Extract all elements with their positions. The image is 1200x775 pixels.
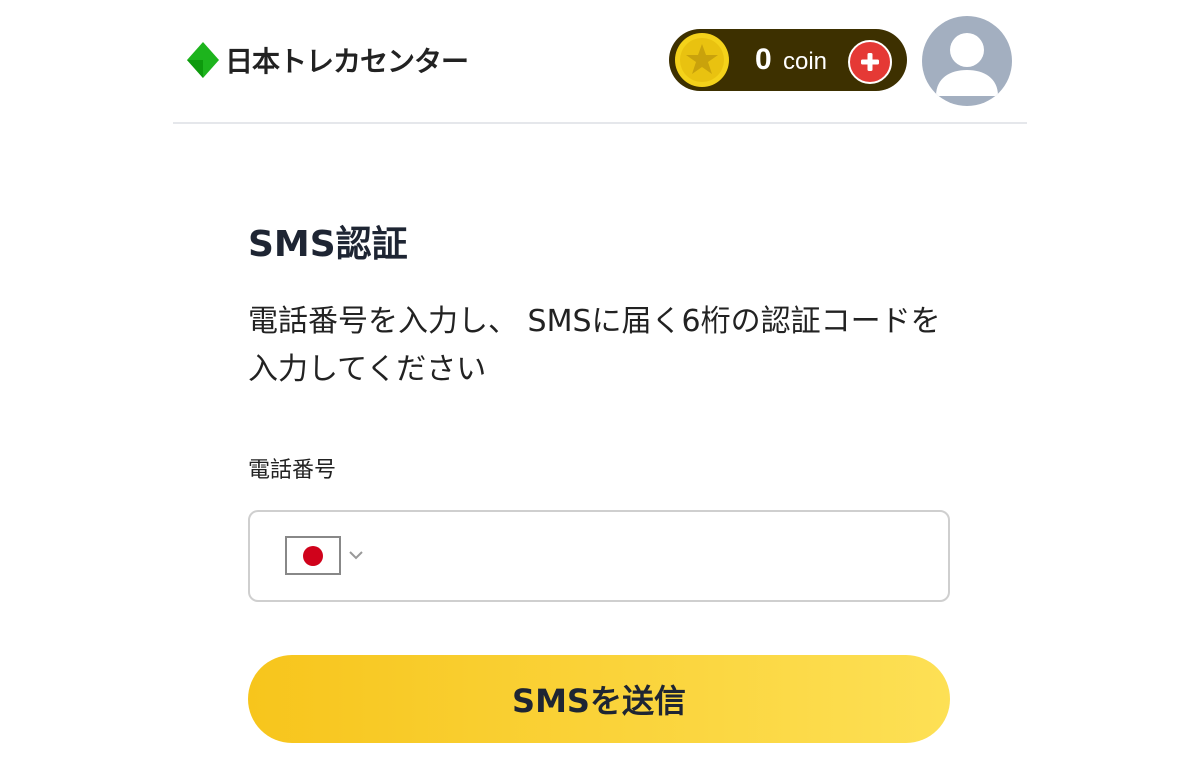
user-avatar-icon: [936, 33, 998, 96]
send-sms-button[interactable]: SMSを送信: [248, 655, 950, 743]
site-header: 日本トレカセンター 0 coin: [173, 0, 1027, 124]
phone-number-label: 電話番号: [248, 458, 337, 483]
add-coin-button[interactable]: [848, 40, 892, 84]
gold-star-coin-icon: [672, 30, 732, 90]
plus-icon: [861, 53, 879, 71]
coin-balance: 0 coin: [669, 29, 907, 91]
country-code-select[interactable]: [285, 536, 375, 576]
instructions-text: 電話番号を入力し、 SMSに届く6桁の認証コードを入力してください: [248, 304, 941, 387]
site-logo[interactable]: 日本トレカセンター: [185, 40, 469, 80]
japan-flag-icon: [285, 536, 341, 575]
coin-unit: coin: [783, 48, 828, 75]
logo-text: 日本トレカセンター: [225, 45, 469, 78]
user-avatar[interactable]: [922, 16, 1012, 106]
phone-number-field: [248, 510, 950, 602]
phone-number-input[interactable]: [390, 532, 934, 582]
chevron-down-icon: [349, 551, 363, 560]
coin-amount: 0: [755, 43, 772, 76]
flag-sun: [303, 546, 323, 566]
green-diamond-logo-icon: [187, 42, 219, 78]
page-title: SMS認証: [248, 224, 408, 265]
